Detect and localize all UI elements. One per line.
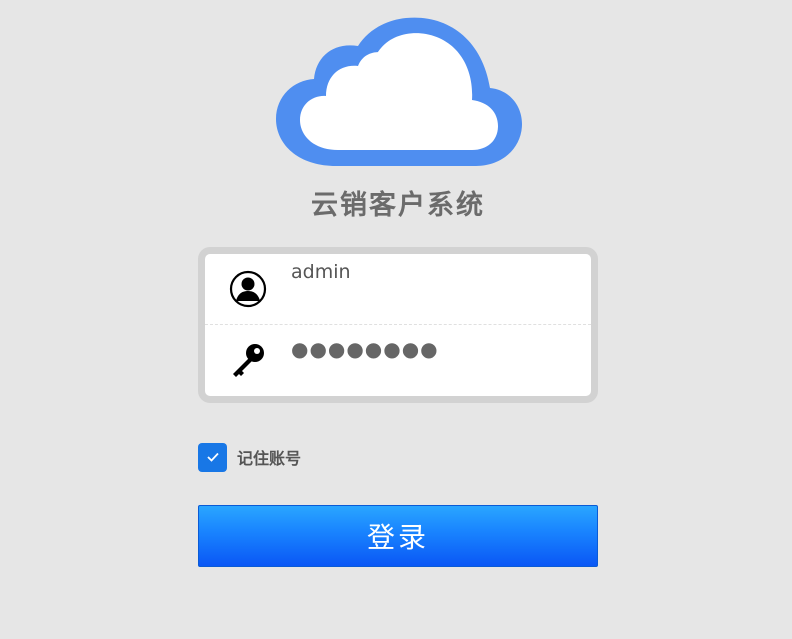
login-button[interactable]: 登录: [198, 505, 598, 567]
checkmark-icon: [206, 452, 219, 462]
remember-label: 记住账号: [237, 449, 302, 468]
key-icon: [233, 344, 264, 377]
user-icon: [229, 270, 267, 308]
cloud-logo-icon: [276, 17, 522, 166]
app-title: 云销客户系统: [311, 190, 485, 221]
remember-checkbox[interactable]: [198, 442, 227, 472]
login-form: [198, 247, 598, 403]
password-input[interactable]: [291, 331, 571, 367]
username-input[interactable]: [291, 254, 571, 290]
login-page: 云销客户系统 记住账号 登录: [0, 0, 792, 639]
remember-account[interactable]: 记住账号: [198, 442, 301, 472]
